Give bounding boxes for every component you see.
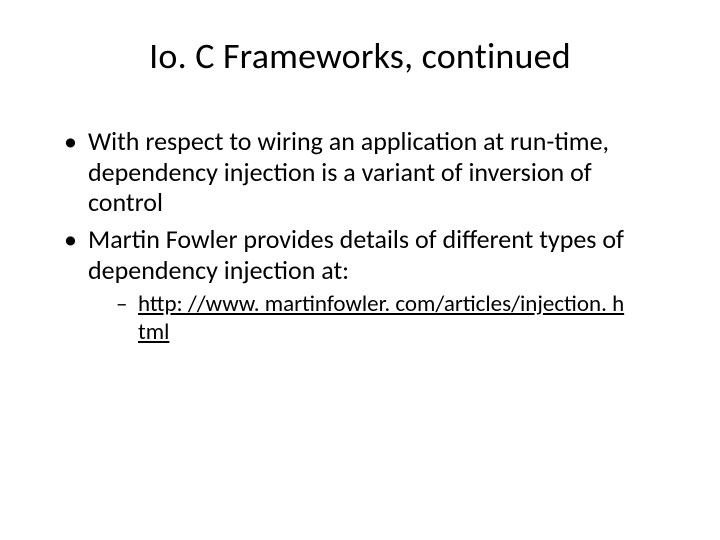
sub-bullet-list: http: //www. martinfowler. com/articles/… <box>88 291 660 346</box>
sub-bullet-item: http: //www. martinfowler. com/articles/… <box>88 291 660 346</box>
bullet-item: Martin Fowler provides details of differ… <box>60 224 660 347</box>
injection-article-link[interactable]: http: //www. martinfowler. com/articles/… <box>138 290 624 346</box>
slide-title: Io. C Frameworks, continued <box>60 34 660 78</box>
bullet-item: With respect to wiring an application at… <box>60 126 660 218</box>
slide: Io. C Frameworks, continued With respect… <box>0 0 720 540</box>
bullet-text: With respect to wiring an application at… <box>88 125 609 218</box>
bullet-text: Martin Fowler provides details of differ… <box>88 223 624 286</box>
bullet-list: With respect to wiring an application at… <box>60 126 660 347</box>
